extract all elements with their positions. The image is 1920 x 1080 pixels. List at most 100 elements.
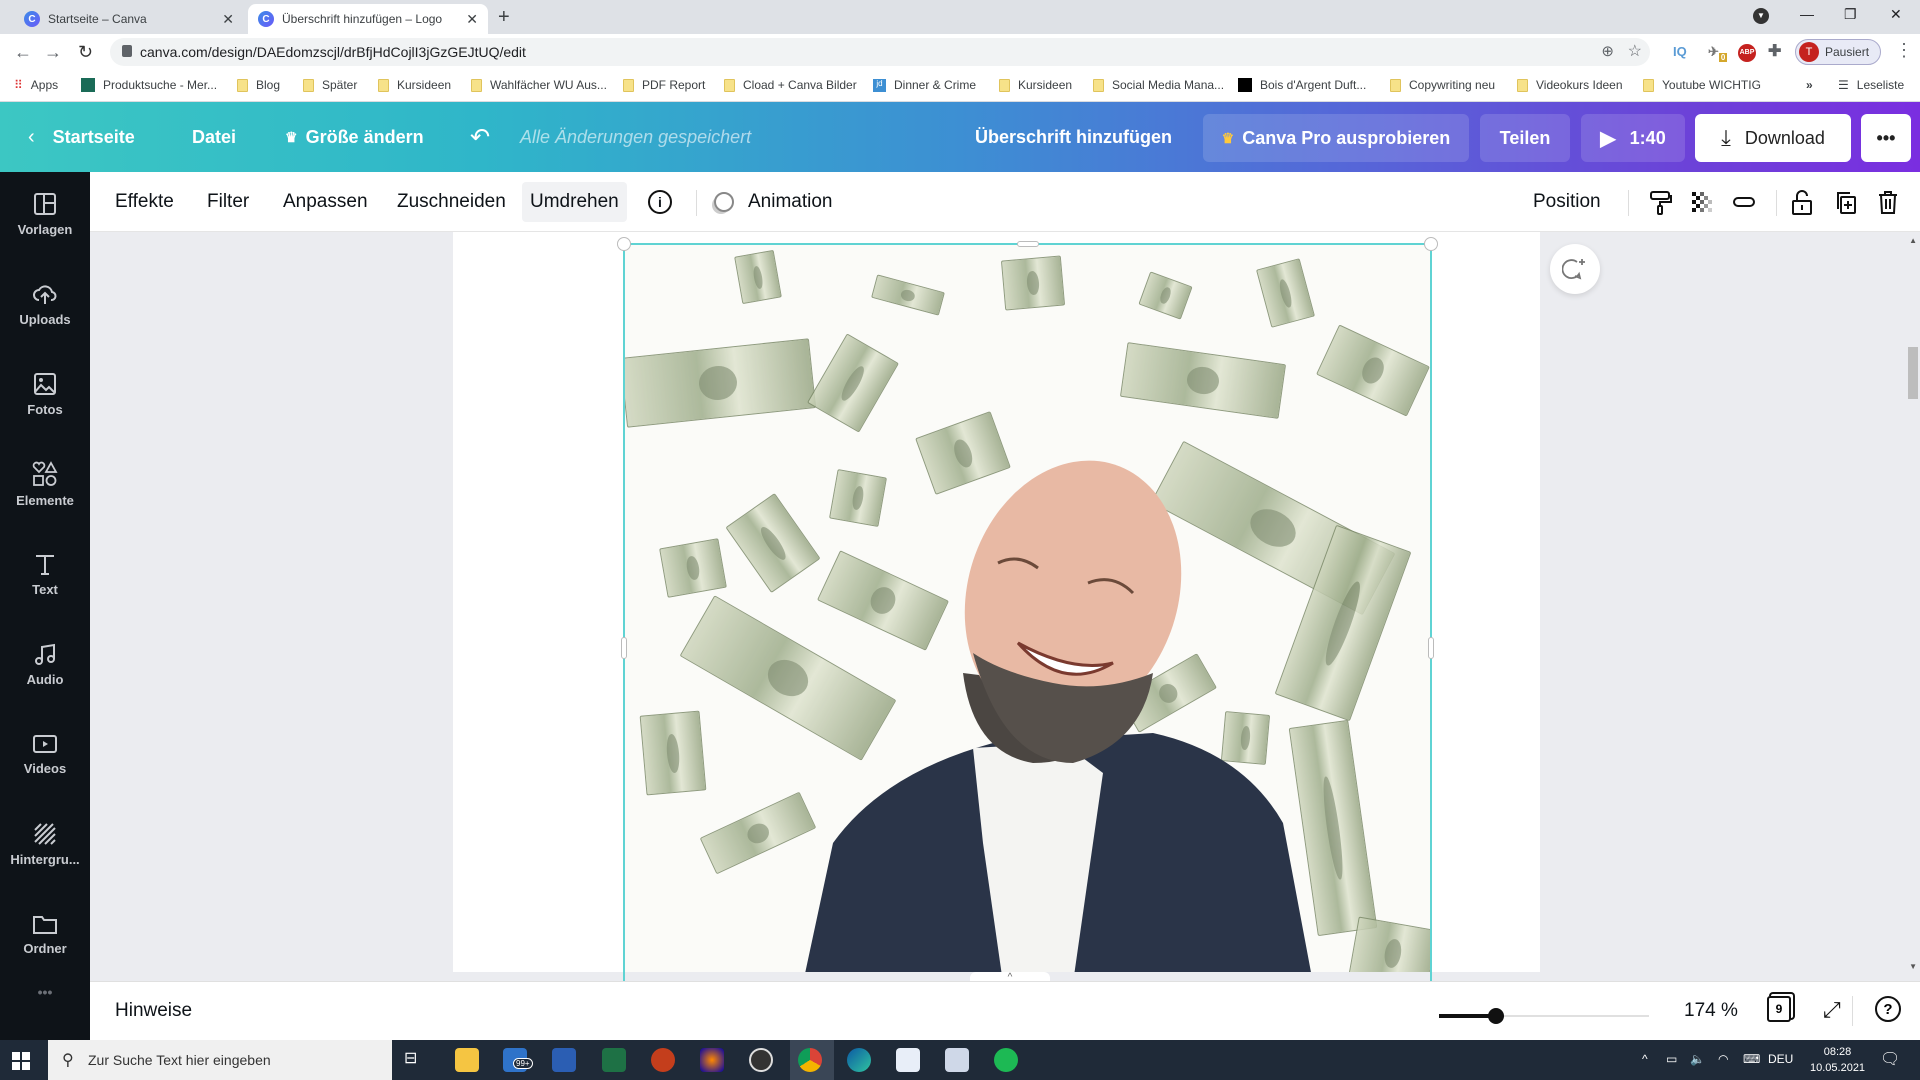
- adjust-button[interactable]: Anpassen: [275, 182, 376, 222]
- word-icon[interactable]: [552, 1048, 576, 1072]
- notes-button[interactable]: Hinweise: [115, 1000, 192, 1022]
- file-explorer-icon[interactable]: [455, 1048, 479, 1072]
- bookmark-item[interactable]: Cload + Canva Bilder: [724, 78, 857, 92]
- home-button[interactable]: ‹ Startseite: [28, 102, 135, 172]
- sidebar-item-elements[interactable]: Elemente: [0, 444, 90, 524]
- sidebar-item-photos[interactable]: Fotos: [0, 354, 90, 434]
- new-tab-button[interactable]: +: [498, 6, 510, 29]
- browser-tab-active[interactable]: C Überschrift hinzufügen – Logo ✕: [248, 4, 488, 34]
- file-menu-button[interactable]: Datei: [192, 102, 236, 172]
- spotify-icon[interactable]: [994, 1048, 1018, 1072]
- bookmark-item[interactable]: Social Media Mana...: [1093, 78, 1224, 92]
- selected-photo[interactable]: [623, 243, 1432, 972]
- bookmark-item[interactable]: Später: [303, 78, 357, 92]
- bookmark-item[interactable]: Blog: [237, 78, 280, 92]
- sidebar-item-templates[interactable]: Vorlagen: [0, 174, 90, 254]
- bookmark-star-icon[interactable]: ☆: [1628, 41, 1642, 61]
- effects-button[interactable]: Effekte: [107, 182, 182, 222]
- audio-app-icon[interactable]: [700, 1048, 724, 1072]
- tab-search-icon[interactable]: ▼: [1753, 8, 1769, 24]
- powerpoint-icon[interactable]: [651, 1048, 675, 1072]
- zoom-slider[interactable]: [1439, 1008, 1649, 1024]
- crop-button[interactable]: Zuschneiden: [389, 182, 514, 222]
- zoom-level[interactable]: 174 %: [1684, 1000, 1738, 1022]
- close-tab-icon[interactable]: ✕: [466, 11, 478, 28]
- sidebar-more-button[interactable]: •••: [0, 972, 90, 1012]
- windows-start-icon[interactable]: [12, 1052, 30, 1070]
- zoom-slider-thumb[interactable]: [1487, 1008, 1504, 1024]
- forward-arrow-icon[interactable]: →: [44, 42, 62, 63]
- scrollbar-thumb[interactable]: [1908, 347, 1918, 399]
- adblock-icon[interactable]: ABP: [1738, 44, 1756, 62]
- meet-now-icon[interactable]: ▭: [1666, 1052, 1677, 1066]
- taskbar-search-input[interactable]: ⚲ Zur Suche Text hier eingeben: [48, 1040, 392, 1080]
- scroll-up-icon[interactable]: ▲: [1909, 236, 1917, 245]
- bookmarks-overflow-button[interactable]: »: [1806, 78, 1813, 92]
- page-grid-button[interactable]: 9: [1767, 996, 1791, 1022]
- sidebar-item-videos[interactable]: Videos: [0, 714, 90, 794]
- unlock-icon[interactable]: [1790, 190, 1816, 216]
- flip-button[interactable]: Umdrehen: [522, 182, 627, 222]
- document-app-icon[interactable]: [896, 1048, 920, 1072]
- bookmark-item[interactable]: jd Dinner & Crime: [873, 78, 976, 92]
- try-pro-button[interactable]: ♛ Canva Pro ausprobieren: [1203, 114, 1469, 162]
- duplicate-icon[interactable]: [1833, 190, 1859, 216]
- bookmark-item[interactable]: Kursideen: [999, 78, 1072, 92]
- bookmark-item[interactable]: PDF Report: [623, 78, 705, 92]
- design-title[interactable]: Überschrift hinzufügen: [975, 102, 1172, 172]
- filter-button[interactable]: Filter: [199, 182, 257, 222]
- info-button[interactable]: i: [640, 182, 680, 222]
- extension-bird-icon[interactable]: ✈ 0: [1708, 44, 1728, 62]
- tray-expand-icon[interactable]: ^: [1642, 1052, 1648, 1066]
- edge-icon[interactable]: [847, 1048, 871, 1072]
- bookmark-apps[interactable]: ⠿ Apps: [14, 78, 58, 92]
- sidebar-item-audio[interactable]: Audio: [0, 624, 90, 704]
- minimize-icon[interactable]: —: [1800, 6, 1814, 22]
- transparency-icon[interactable]: [1690, 190, 1716, 216]
- back-arrow-icon[interactable]: ←: [14, 42, 32, 63]
- bookmark-item[interactable]: Youtube WICHTIG: [1643, 78, 1761, 92]
- trash-icon[interactable]: [1876, 190, 1902, 216]
- sidebar-item-text[interactable]: Text: [0, 534, 90, 614]
- sidebar-item-uploads[interactable]: Uploads: [0, 264, 90, 344]
- animation-button[interactable]: Animation: [706, 182, 841, 222]
- share-button[interactable]: Teilen: [1480, 114, 1570, 162]
- position-button[interactable]: Position: [1525, 182, 1609, 222]
- task-view-icon[interactable]: ⊟: [404, 1048, 428, 1072]
- network-icon[interactable]: ◠: [1718, 1052, 1728, 1066]
- design-page[interactable]: [453, 232, 1540, 972]
- restore-icon[interactable]: ❐: [1844, 6, 1857, 23]
- reload-icon[interactable]: ↻: [78, 42, 93, 63]
- resize-button[interactable]: ♛ Größe ändern: [285, 102, 424, 172]
- paint-roller-icon[interactable]: [1648, 190, 1674, 216]
- browser-menu-icon[interactable]: ⋮: [1895, 40, 1913, 61]
- sidebar-item-folders[interactable]: Ordner: [0, 894, 90, 974]
- present-button[interactable]: ▶ 1:40: [1581, 114, 1685, 162]
- bookmark-item[interactable]: Wahlfächer WU Aus...: [471, 78, 607, 92]
- mail-icon[interactable]: 99+: [503, 1048, 533, 1072]
- close-window-icon[interactable]: ✕: [1890, 6, 1902, 23]
- fullscreen-icon[interactable]: ⤢: [1823, 997, 1841, 1023]
- more-options-button[interactable]: •••: [1861, 114, 1911, 162]
- obs-icon[interactable]: [749, 1048, 773, 1072]
- vertical-scrollbar[interactable]: ▲ ▼: [1906, 232, 1920, 981]
- download-button[interactable]: ⤓ Download: [1695, 114, 1851, 162]
- notepad-app-icon[interactable]: [945, 1048, 969, 1072]
- iq-extension-icon[interactable]: IQ: [1673, 44, 1687, 59]
- notifications-icon[interactable]: 🗨: [1880, 1049, 1900, 1069]
- excel-icon[interactable]: [602, 1048, 626, 1072]
- reading-list-button[interactable]: ☰ Leseliste: [1838, 78, 1904, 92]
- keyboard-icon[interactable]: ⌨: [1743, 1052, 1760, 1066]
- undo-icon[interactable]: ↶: [470, 102, 490, 172]
- system-clock[interactable]: 08:28 10.05.2021: [1810, 1044, 1865, 1076]
- volume-icon[interactable]: 🔈: [1690, 1052, 1705, 1066]
- link-icon[interactable]: [1732, 190, 1758, 216]
- input-language[interactable]: DEU: [1768, 1052, 1793, 1066]
- sidebar-item-background[interactable]: Hintergru...: [0, 804, 90, 884]
- add-comment-button[interactable]: [1550, 244, 1600, 294]
- bookmark-item[interactable]: Kursideen: [378, 78, 451, 92]
- profile-button[interactable]: T Pausiert: [1795, 39, 1881, 65]
- close-tab-icon[interactable]: ✕: [222, 11, 234, 28]
- extensions-puzzle-icon[interactable]: ✚: [1768, 41, 1781, 61]
- bookmark-item[interactable]: Copywriting neu: [1390, 78, 1495, 92]
